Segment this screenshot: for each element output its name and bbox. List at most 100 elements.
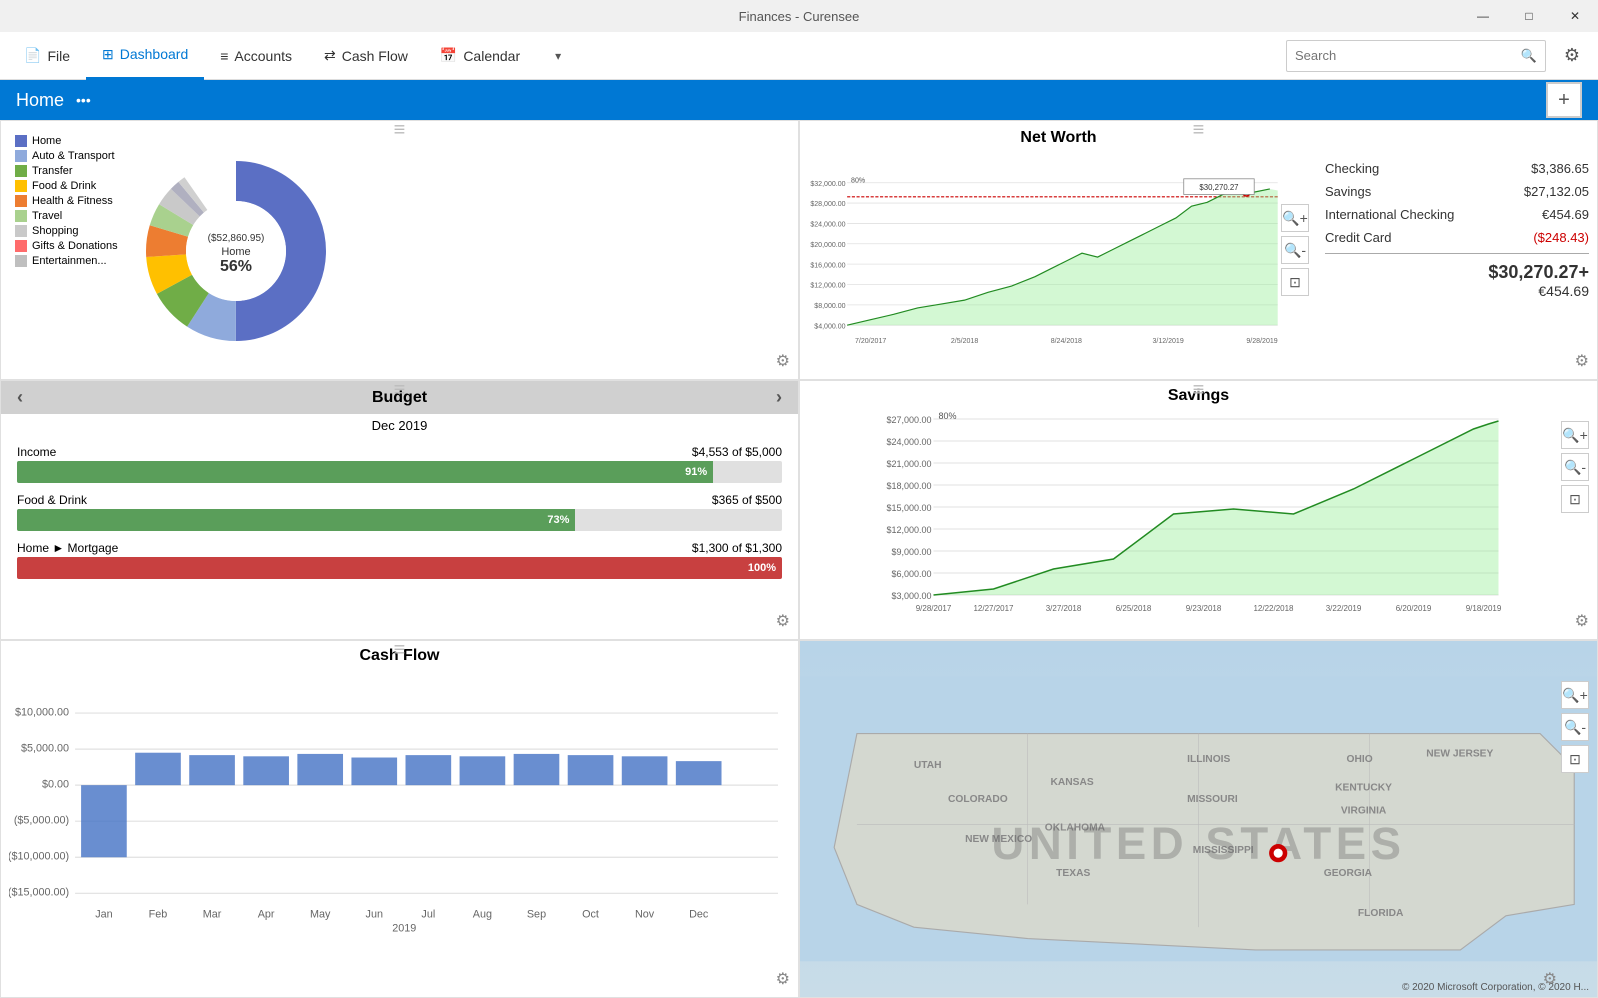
cashflow-chart-container: Cash Flow $10,000.00 $5,000.00 $0.00 ($5… — [1, 641, 798, 997]
add-widget-button[interactable]: + — [1546, 82, 1582, 118]
budget-content: Income $4,553 of $5,000 91% Food & Drink… — [1, 437, 798, 597]
svg-text:80%: 80% — [851, 178, 865, 185]
cashflow-icon: ⇄ — [324, 47, 336, 64]
menu-file[interactable]: 📄 File — [8, 32, 86, 80]
svg-text:($52,860.95): ($52,860.95) — [208, 233, 265, 244]
map-settings-button[interactable]: ⚙ — [1543, 969, 1557, 989]
legend-color-auto — [15, 150, 27, 162]
map-container: UTAH COLORADO NEW MEXICO KANSAS OKLAHOMA… — [800, 641, 1597, 997]
svg-text:Feb: Feb — [149, 908, 168, 920]
svg-text:$16,000.00: $16,000.00 — [810, 262, 845, 269]
settings-button[interactable]: ⚙ — [1554, 38, 1590, 74]
svg-text:Jan: Jan — [95, 908, 112, 920]
window-controls: — □ ✕ — [1460, 0, 1598, 32]
svg-text:UTAH: UTAH — [914, 760, 942, 771]
svg-text:FLORIDA: FLORIDA — [1358, 908, 1404, 919]
spending-drag-handle[interactable]: ≡ — [394, 121, 406, 137]
legend-color-entertainment — [15, 255, 27, 267]
close-button[interactable]: ✕ — [1552, 0, 1598, 32]
minimize-button[interactable]: — — [1460, 0, 1506, 32]
budget-panel: ≡ ‹ Budget › Dec 2019 Income $4,553 of $… — [0, 380, 799, 640]
savings-zoom-in-button[interactable]: 🔍+ — [1561, 421, 1589, 449]
map-panel: UTAH COLORADO NEW MEXICO KANSAS OKLAHOMA… — [799, 640, 1598, 998]
savings-drag-handle[interactable]: ≡ — [1193, 381, 1205, 397]
svg-text:Jul: Jul — [421, 908, 435, 920]
legend-color-transfer — [15, 165, 27, 177]
cashflow-settings-button[interactable]: ⚙ — [776, 969, 790, 989]
menu-cashflow[interactable]: ⇄ Cash Flow — [308, 32, 424, 80]
svg-text:Nov: Nov — [635, 908, 655, 920]
budget-mortgage-bar: 100% — [17, 557, 782, 579]
svg-text:UNITED STATES: UNITED STATES — [991, 818, 1405, 869]
spending-settings-button[interactable]: ⚙ — [776, 351, 790, 371]
legend-color-food — [15, 180, 27, 192]
budget-next-button[interactable]: › — [776, 387, 782, 408]
savings-settings-button[interactable]: ⚙ — [1575, 611, 1589, 631]
map-zoom-in-button[interactable]: 🔍+ — [1561, 681, 1589, 709]
svg-text:9/23/2018: 9/23/2018 — [1186, 604, 1222, 613]
networth-zoom-in-button[interactable]: 🔍+ — [1281, 204, 1309, 232]
svg-text:GEORGIA: GEORGIA — [1324, 868, 1373, 879]
svg-text:$10,000.00: $10,000.00 — [15, 706, 69, 718]
svg-text:9/28/2017: 9/28/2017 — [916, 604, 952, 613]
svg-text:$30,270.27: $30,270.27 — [1199, 183, 1238, 192]
svg-text:$27,000.00: $27,000.00 — [886, 415, 931, 425]
svg-text:Oct: Oct — [582, 908, 599, 920]
budget-food-bar: 73% — [17, 509, 782, 531]
account-divider — [1325, 253, 1589, 254]
legend-item-shopping: Shopping — [15, 225, 127, 237]
maximize-button[interactable]: □ — [1506, 0, 1552, 32]
budget-food-label: Food & Drink $365 of $500 — [17, 493, 782, 507]
budget-settings-button[interactable]: ⚙ — [776, 611, 790, 631]
networth-chart: $32,000.00 $28,000.00 $24,000.00 $20,000… — [808, 151, 1309, 371]
svg-text:MISSOURI: MISSOURI — [1187, 794, 1238, 805]
budget-mortgage-fill: 100% — [17, 557, 782, 579]
menu-calendar[interactable]: 📅 Calendar — [424, 32, 536, 80]
menu-dashboard[interactable]: ⊞ Dashboard — [86, 32, 204, 80]
map-copyright: © 2020 Microsoft Corporation, © 2020 H..… — [1402, 982, 1589, 993]
home-tab-label[interactable]: Home — [16, 90, 64, 111]
legend-item-food: Food & Drink — [15, 180, 127, 192]
svg-text:$21,000.00: $21,000.00 — [886, 459, 931, 469]
cashflow-drag-handle[interactable]: ≡ — [394, 641, 406, 657]
legend-color-travel — [15, 210, 27, 222]
svg-text:($15,000.00): ($15,000.00) — [9, 887, 69, 899]
svg-text:$3,000.00: $3,000.00 — [891, 591, 931, 601]
svg-text:Mar: Mar — [203, 908, 222, 920]
networth-settings-button[interactable]: ⚙ — [1575, 351, 1589, 371]
budget-income-bar: 91% — [17, 461, 782, 483]
home-tab-dots[interactable]: ••• — [76, 92, 91, 108]
svg-text:KENTUCKY: KENTUCKY — [1335, 783, 1392, 794]
calendar-icon: 📅 — [440, 47, 457, 64]
account-row-intl-checking: International Checking €454.69 — [1325, 207, 1589, 222]
svg-text:$5,000.00: $5,000.00 — [21, 743, 69, 755]
budget-income-fill: 91% — [17, 461, 713, 483]
svg-text:($10,000.00): ($10,000.00) — [9, 851, 69, 863]
svg-text:$28,000.00: $28,000.00 — [810, 201, 845, 208]
budget-food-fill: 73% — [17, 509, 575, 531]
budget-prev-button[interactable]: ‹ — [17, 387, 23, 408]
account-row-credit-card: Credit Card ($248.43) — [1325, 230, 1589, 245]
svg-text:56%: 56% — [220, 258, 252, 275]
account-row-savings: Savings $27,132.05 — [1325, 184, 1589, 199]
app-title: Finances - Curensee — [739, 9, 860, 24]
budget-drag-handle[interactable]: ≡ — [394, 381, 406, 397]
svg-text:6/20/2019: 6/20/2019 — [1396, 604, 1432, 613]
networth-total-usd: $30,270.27+ — [1325, 262, 1589, 283]
networth-fit-button[interactable]: ⊡ — [1281, 268, 1309, 296]
map-fit-button[interactable]: ⊡ — [1561, 745, 1589, 773]
nav-dropdown-button[interactable]: ▾ — [544, 42, 572, 70]
map-zoom-buttons: 🔍+ 🔍- ⊡ — [1561, 681, 1589, 773]
svg-text:$20,000.00: $20,000.00 — [810, 242, 845, 249]
networth-zoom-out-button[interactable]: 🔍- — [1281, 236, 1309, 264]
savings-fit-button[interactable]: ⊡ — [1561, 485, 1589, 513]
map-zoom-out-button[interactable]: 🔍- — [1561, 713, 1589, 741]
menu-accounts[interactable]: ≡ Accounts — [204, 32, 308, 80]
search-icon: 🔍 — [1521, 48, 1537, 64]
svg-text:$24,000.00: $24,000.00 — [886, 437, 931, 447]
svg-text:3/12/2019: 3/12/2019 — [1152, 338, 1183, 345]
savings-zoom-out-button[interactable]: 🔍- — [1561, 453, 1589, 481]
search-input[interactable] — [1295, 48, 1521, 63]
accounts-icon: ≡ — [220, 48, 228, 64]
svg-text:Jun: Jun — [366, 908, 383, 920]
